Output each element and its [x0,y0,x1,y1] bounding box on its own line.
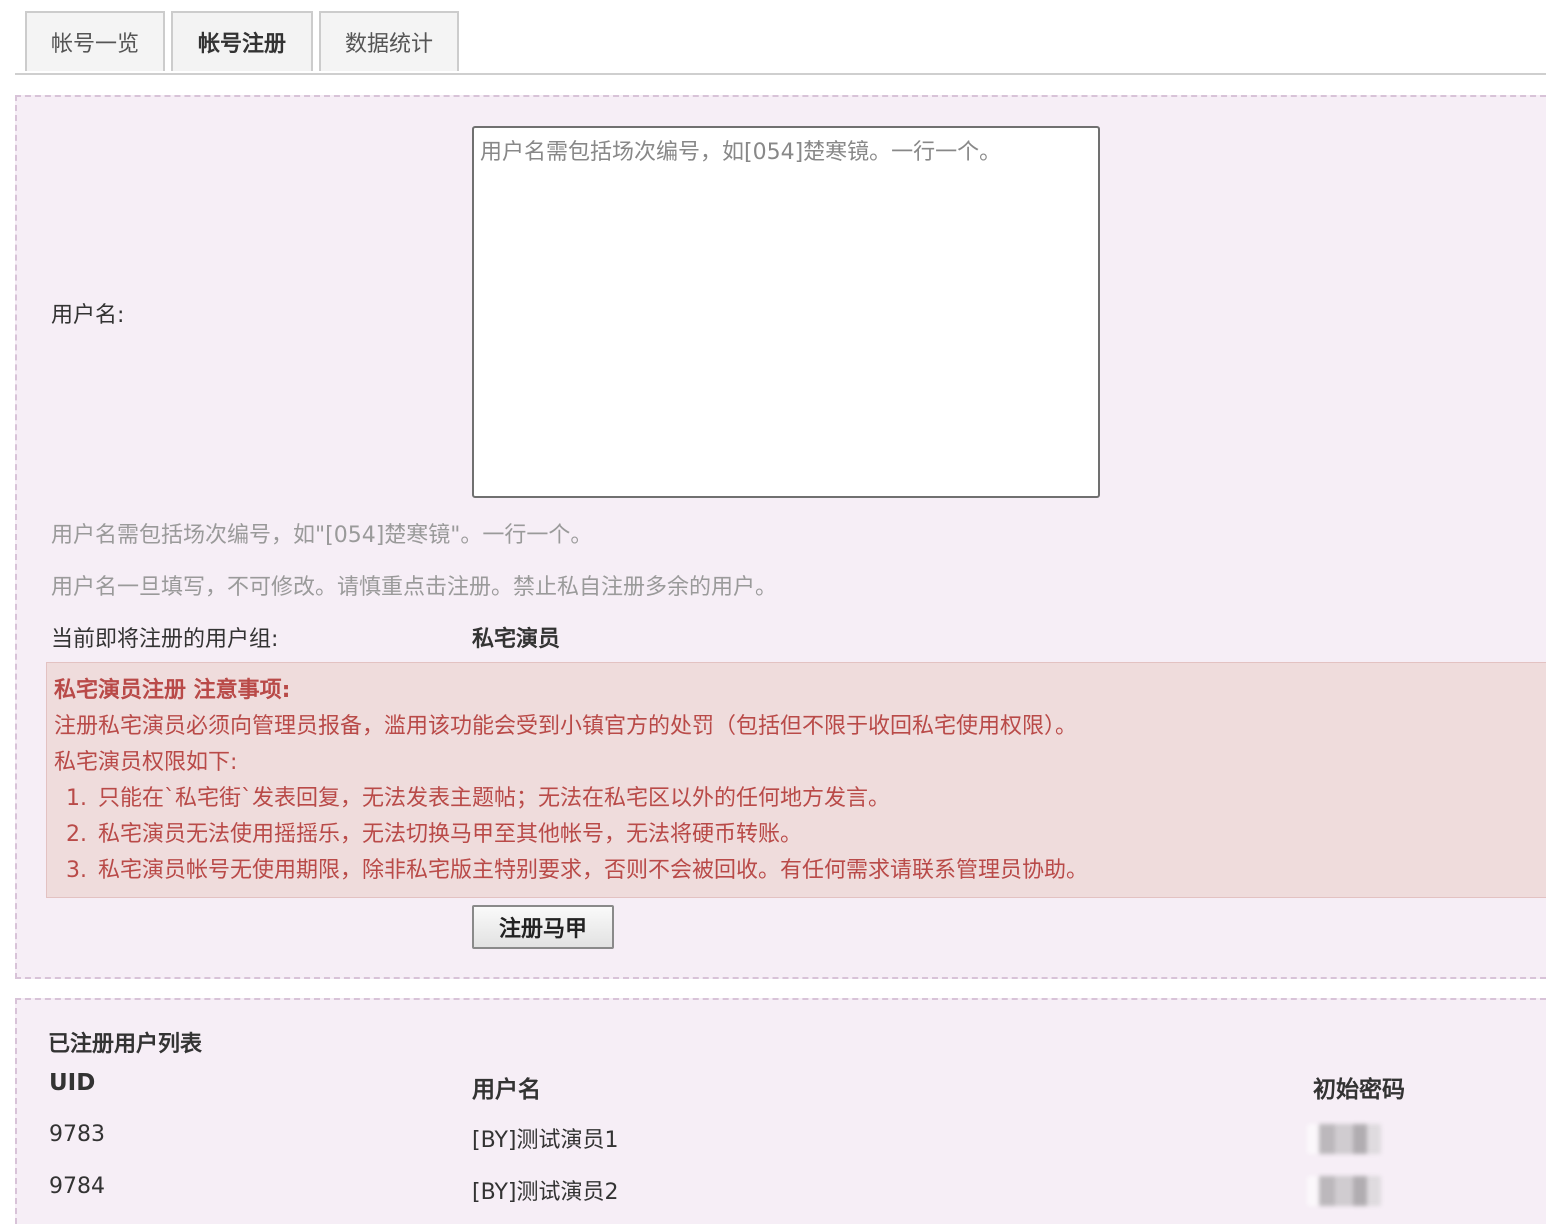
username-cell: [BY]测试演员1 [472,1128,619,1153]
user-group-label: 当前即将注册的用户组: [51,627,279,652]
notice-title: 私宅演员注册 注意事项: [54,678,291,703]
list-item: 只能在`私宅街`发表回复，无法发表主题帖；无法在私宅区以外的任何地方发言。 [94,781,1546,817]
username-cell: [BY]测试演员2 [472,1180,619,1205]
register-panel: 用户名: 用户名需包括场次编号，如"[054]楚寒镜"。一行一个。 用户名一旦填… [15,95,1546,979]
username-warning: 用户名一旦填写，不可修改。请慎重点击注册。禁止私自注册多余的用户。 [51,575,778,600]
list-item: 私宅演员帐号无使用期限，除非私宅版主特别要求，否则不会被回收。有任何需求请联系管… [94,853,1546,889]
blurred-password [1307,1176,1381,1206]
tab-account-register[interactable]: 帐号注册 [171,11,313,71]
user-group-value: 私宅演员 [472,627,561,652]
register-button[interactable]: 注册马甲 [472,905,614,949]
username-hint: 用户名需包括场次编号，如"[054]楚寒镜"。一行一个。 [51,523,593,548]
notice-permissions-heading: 私宅演员权限如下: [54,750,238,775]
tab-account-overview[interactable]: 帐号一览 [25,11,165,71]
tab-data-statistics[interactable]: 数据统计 [319,11,459,71]
notice-text: 注册私宅演员必须向管理员报备，滥用该功能会受到小镇官方的处罚（包括但不限于收回私… [54,714,1078,739]
uid-cell: 9784 [49,1174,105,1199]
username-label: 用户名: [51,303,125,328]
column-header-uid: UID [49,1070,96,1096]
username-textarea[interactable] [472,126,1100,498]
column-header-password: 初始密码 [1313,1077,1405,1103]
tab-bar: 帐号一览 帐号注册 数据统计 [15,10,1546,75]
blurred-password [1307,1124,1381,1154]
notice-permissions-list: 只能在`私宅街`发表回复，无法发表主题帖；无法在私宅区以外的任何地方发言。 私宅… [54,781,1546,889]
user-list-panel: 已注册用户列表 UID 用户名 初始密码 9783 [BY]测试演员1 9784… [15,998,1546,1224]
table-row: 9783 [BY]测试演员1 [17,1118,1546,1170]
column-header-username: 用户名 [472,1077,541,1103]
user-list-title: 已注册用户列表 [48,1032,203,1057]
table-row: 9784 [BY]测试演员2 [17,1170,1546,1222]
notice-box: 私宅演员注册 注意事项: 注册私宅演员必须向管理员报备，滥用该功能会受到小镇官方… [46,662,1546,898]
uid-cell: 9783 [49,1122,105,1147]
list-item: 私宅演员无法使用摇摇乐，无法切换马甲至其他帐号，无法将硬币转账。 [94,817,1546,853]
